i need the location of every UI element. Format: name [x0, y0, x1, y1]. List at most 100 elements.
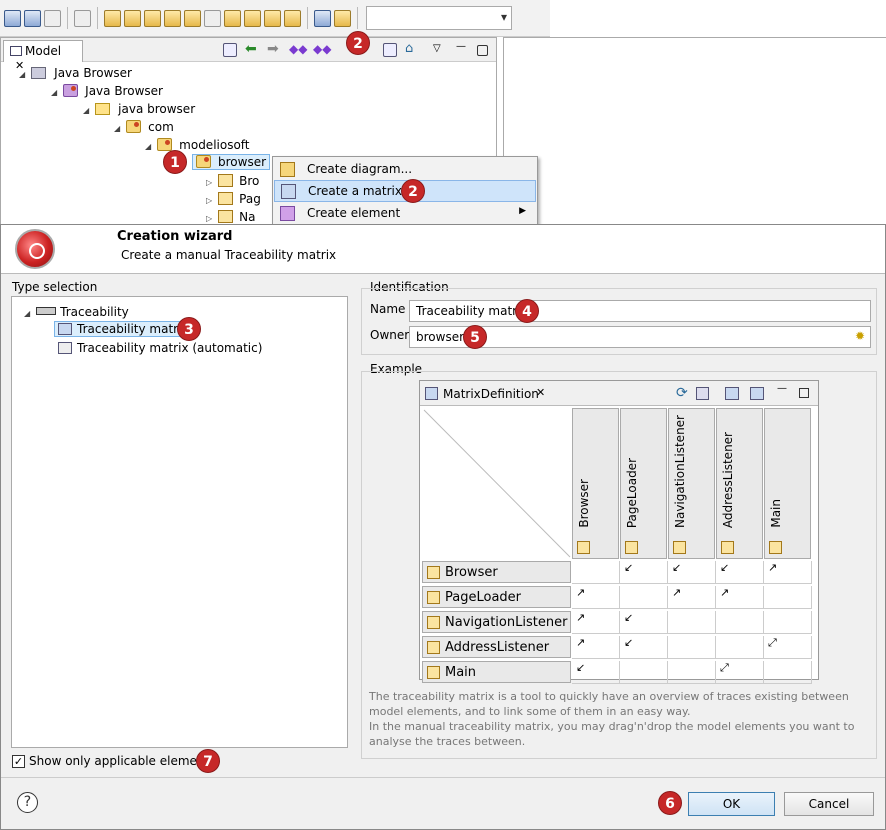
create-interface-icon[interactable]	[184, 9, 201, 27]
tree-item-traceability-matrix[interactable]: Traceability matrix	[54, 321, 193, 340]
matrix-row-header[interactable]: Browser	[422, 561, 571, 583]
matrix-cell[interactable]	[620, 586, 668, 609]
selected-tree-item[interactable]: Traceability matrix	[54, 321, 193, 337]
matrix-cell[interactable]: ↙	[572, 661, 620, 684]
matrix-cell[interactable]: ⤢	[764, 636, 812, 659]
home-icon[interactable]: ⌂	[405, 42, 419, 57]
matrix-cell[interactable]: ⤢	[716, 661, 764, 684]
description-paragraph: The traceability matrix is a tool to qui…	[369, 690, 849, 718]
matrix-cell[interactable]	[668, 611, 716, 634]
matrix-cell[interactable]: ↗	[572, 636, 620, 659]
close-icon[interactable]: ✕	[536, 386, 545, 399]
tree-item[interactable]: ▷ Bro	[206, 174, 259, 192]
show-applicable-checkbox[interactable]: ✓	[12, 755, 25, 768]
save-icon[interactable]	[4, 9, 21, 27]
create-dependency-icon[interactable]	[264, 9, 281, 27]
tree-item-label: modeliosoft	[179, 138, 250, 152]
matrix-column-header[interactable]: Browser	[572, 408, 619, 559]
cancel-button[interactable]: Cancel	[784, 792, 874, 816]
maximize-icon[interactable]	[477, 45, 488, 56]
create-element-icon[interactable]	[104, 9, 121, 27]
matrix-column-header[interactable]: AddressListener	[716, 408, 763, 559]
tree-item-selected[interactable]: browser	[192, 154, 271, 173]
redo-icon[interactable]	[44, 9, 61, 27]
back-arrow-icon[interactable]: ⬅	[245, 42, 259, 57]
minimize-icon[interactable]: —	[777, 383, 787, 394]
matrix-cell[interactable]: ↗	[572, 586, 620, 609]
tree-item[interactable]: ◢ com	[114, 120, 174, 138]
menu-item-create-element[interactable]: Create element ▶	[274, 203, 536, 225]
ok-button[interactable]: OK	[688, 792, 775, 816]
help-icon[interactable]: ?	[17, 792, 38, 813]
matrix-cell[interactable]	[620, 661, 668, 684]
tree-item[interactable]: ◢ Java Browser	[19, 66, 132, 84]
tree-item[interactable]: ◢ Java Browser	[51, 84, 163, 102]
create-requirement-icon[interactable]	[284, 9, 301, 27]
selected-tree-item[interactable]: browser	[192, 154, 271, 170]
lightbulb-icon[interactable]: ✹	[855, 329, 865, 343]
tree-item[interactable]: ▷ Pag	[206, 192, 261, 210]
tab-model[interactable]: Model ✕	[3, 40, 83, 72]
matrix-cell[interactable]: ↗	[716, 586, 764, 609]
table-icon[interactable]	[334, 9, 351, 27]
link-icon[interactable]: ◆◆	[289, 43, 307, 57]
expanded-triangle-icon: ◢	[19, 70, 26, 79]
matrix-cell[interactable]: ↙	[716, 561, 764, 584]
create-note-icon[interactable]	[204, 9, 221, 27]
matrix-tabbar: MatrixDefinition ✕ ⟳ —	[420, 381, 818, 406]
matrix-row-header[interactable]: Main	[422, 661, 571, 683]
matrix-row-header[interactable]: PageLoader	[422, 586, 571, 608]
matrix-cell[interactable]: ↙	[668, 561, 716, 584]
matrix-cell[interactable]	[764, 611, 812, 634]
matrix-column-header[interactable]: Main	[764, 408, 811, 559]
matrix-cell[interactable]	[764, 586, 812, 609]
grid-alt-icon[interactable]	[750, 387, 764, 400]
diagram-icon	[280, 162, 295, 177]
maximize-icon[interactable]	[799, 388, 809, 398]
view-menu-icon[interactable]: ▽	[433, 43, 447, 57]
tree-item[interactable]: ◢ java browser	[83, 102, 195, 120]
row-label: PageLoader	[445, 590, 522, 605]
matrix-cell[interactable]	[572, 561, 620, 584]
grid-icon[interactable]	[314, 9, 331, 27]
refresh-icon[interactable]: ⟳	[676, 385, 688, 401]
matrix-cell[interactable]: ↙	[620, 636, 668, 659]
create-matrix-icon[interactable]	[244, 9, 261, 27]
package-icon	[126, 120, 142, 133]
matrix-cell[interactable]	[764, 661, 812, 684]
grid-icon[interactable]	[725, 387, 739, 400]
tools-icon[interactable]	[74, 9, 91, 27]
minimize-icon[interactable]: —	[456, 42, 470, 57]
matrix-row-header[interactable]: NavigationListener	[422, 611, 571, 633]
tree-item-traceability-matrix-automatic[interactable]: Traceability matrix (automatic)	[54, 341, 262, 359]
matrix-cell[interactable]	[668, 636, 716, 659]
module-icon	[63, 84, 79, 97]
matrix-cell[interactable]	[716, 636, 764, 659]
matrix-row-header[interactable]: AddressListener	[422, 636, 571, 658]
matrix-cell[interactable]: ↗	[764, 561, 812, 584]
undo-icon[interactable]	[24, 9, 41, 27]
link-alt-icon[interactable]: ◆◆	[313, 43, 331, 57]
class-icon	[721, 541, 734, 554]
forward-arrow-icon[interactable]: ➡	[267, 42, 281, 57]
matrix-column-header[interactable]: PageLoader	[620, 408, 667, 559]
create-diagram-icon[interactable]	[224, 9, 241, 27]
hierarchy-icon[interactable]	[383, 43, 397, 57]
matrix-cell[interactable]: ↙	[620, 561, 668, 584]
collapse-all-icon[interactable]	[223, 43, 237, 57]
name-field[interactable]: Traceability matrix	[409, 300, 871, 322]
matrix-cell[interactable]	[668, 661, 716, 684]
matrix-cell[interactable]	[716, 611, 764, 634]
create-class-icon[interactable]	[124, 9, 141, 27]
matrix-cell[interactable]: ↗	[668, 586, 716, 609]
matrix-cell[interactable]: ↙	[620, 611, 668, 634]
export-icon[interactable]	[696, 387, 709, 400]
menu-item-create-diagram[interactable]: Create diagram...	[274, 159, 536, 181]
create-component-icon[interactable]	[164, 9, 181, 27]
class-icon	[427, 641, 440, 654]
matrix-column-header[interactable]: NavigationListener	[668, 408, 715, 559]
matrix-cell[interactable]: ↗	[572, 611, 620, 634]
create-package-icon[interactable]	[144, 9, 161, 27]
class-icon	[427, 566, 440, 579]
toolbar-combo[interactable]	[366, 6, 512, 30]
